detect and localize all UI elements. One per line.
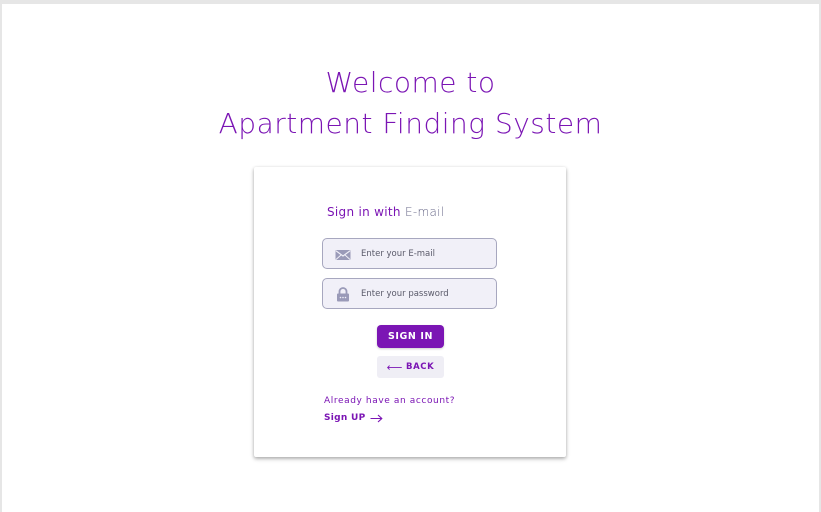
password-field[interactable] [322,278,497,309]
signin-heading: Sign in with E-mail [327,205,444,219]
lock-icon [335,287,351,302]
envelope-icon [335,247,351,261]
email-input[interactable] [361,239,489,268]
login-card: Sign in with E-mail SIGN IN ⟵ BACK [254,167,566,457]
arrow-left-icon: ⟵ [386,360,404,374]
signin-heading-prefix: Sign in with [327,205,401,219]
signin-heading-suffix: E-mail [404,205,445,219]
sign-up-link[interactable]: Sign UP [324,413,383,423]
email-field[interactable] [322,238,497,269]
page-title-line1: Welcome to [325,66,496,99]
sign-up-label: Sign UP [324,413,366,423]
back-button[interactable]: ⟵ BACK [377,356,444,378]
window-top-border [0,0,821,4]
page-title-line2: Apartment Finding System [218,107,603,140]
account-prompt: Already have an account? [324,396,456,406]
arrow-right-icon [370,414,383,423]
page-title: Welcome to Apartment Finding System [0,62,821,144]
password-input[interactable] [361,279,489,308]
back-button-label: BACK [406,362,435,372]
sign-in-button[interactable]: SIGN IN [377,325,444,348]
